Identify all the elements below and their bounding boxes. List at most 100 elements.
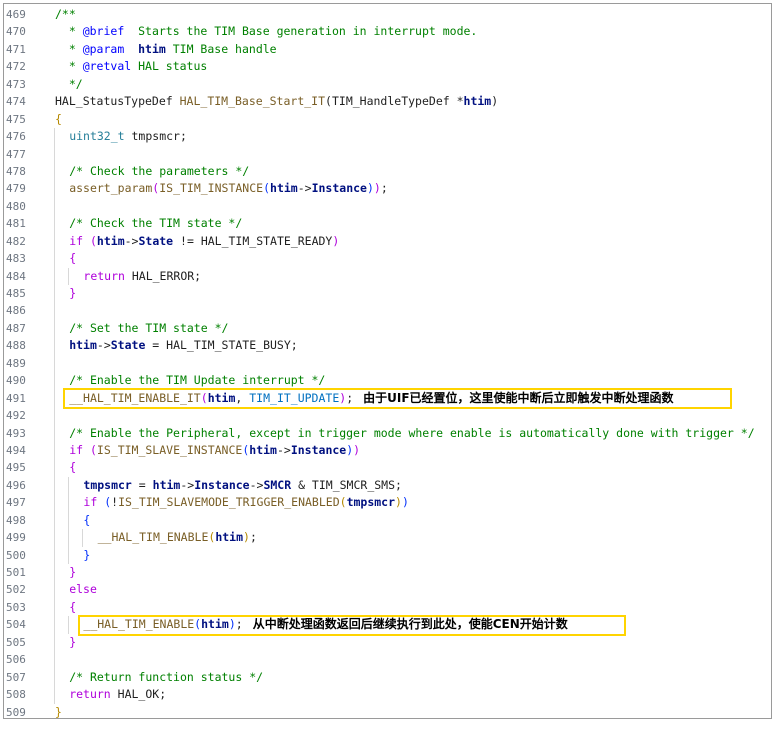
- code-line[interactable]: 498 {: [4, 511, 771, 530]
- code-text: * @param htim TIM Base handle: [55, 41, 277, 58]
- code-line[interactable]: 472 * @retval HAL status: [4, 58, 771, 75]
- code-line[interactable]: 497 if (!IS_TIM_SLAVEMODE_TRIGGER_ENABLED…: [4, 494, 771, 512]
- code-text: /* Enable the Peripheral, except in trig…: [69, 425, 754, 442]
- code-line[interactable]: 504 __HAL_TIM_ENABLE(htim); 从中断处理函数返回后继续执行…: [4, 616, 771, 634]
- code-line[interactable]: 496 tmpsmcr = htim->Instance->SMCR & TIM_…: [4, 476, 771, 495]
- code-text: HAL_StatusTypeDef HAL_TIM_Base_Start_IT(…: [55, 93, 498, 110]
- code-token: (: [89, 233, 97, 248]
- code-line[interactable]: 493 /* Enable the Peripheral, except in t…: [4, 424, 771, 442]
- code-token: assert_param: [69, 181, 153, 196]
- code-line[interactable]: 490 /* Enable the TIM Update interrupt */: [4, 372, 771, 390]
- indent-guide: [54, 267, 55, 285]
- code-line[interactable]: 478 /* Check the parameters */: [4, 162, 771, 181]
- code-line[interactable]: 494 if (IS_TIM_SLAVE_INSTANCE(htim->Insta…: [4, 441, 771, 460]
- code-text: }: [69, 285, 76, 302]
- code-token: __HAL_TIM_ENABLE_IT: [69, 390, 201, 405]
- code-line[interactable]: 471 * @param htim TIM Base handle: [4, 41, 771, 58]
- code-token: ): [401, 495, 409, 510]
- code-line[interactable]: 501}: [4, 564, 771, 582]
- indent-guide: [68, 616, 70, 634]
- code-text: /**: [55, 6, 76, 23]
- indent-guide: [54, 494, 55, 512]
- code-token: ->: [180, 477, 195, 492]
- code-line[interactable]: 507 /* Return function status */: [4, 668, 771, 687]
- code-line[interactable]: 481 /* Check the TIM state */: [4, 215, 771, 233]
- code-line[interactable]: 502 else: [4, 581, 771, 599]
- indent-guide: [54, 197, 55, 216]
- code-line[interactable]: 473 */: [4, 76, 771, 93]
- code-line[interactable]: 499 __HAL_TIM_ENABLE(htim);: [4, 529, 771, 547]
- code-token: htim: [249, 442, 277, 457]
- code-token: HAL status: [131, 59, 208, 74]
- code-line[interactable]: 484 return HAL_ERROR;: [4, 267, 771, 285]
- code-token: /* Check the parameters */: [69, 163, 250, 178]
- code-line[interactable]: 500}: [4, 546, 771, 564]
- code-line[interactable]: 483 {: [4, 250, 771, 268]
- code-text: {: [69, 459, 76, 476]
- code-token: }: [69, 286, 77, 300]
- indent-guide: [54, 441, 55, 460]
- code-token: }: [69, 634, 77, 649]
- line-number: 493: [6, 426, 26, 440]
- code-token: (: [339, 495, 347, 510]
- code-token: ;: [380, 181, 388, 196]
- code-token: HAL_StatusTypeDef: [55, 94, 180, 109]
- code-token: ): [353, 442, 361, 457]
- indent-guide: [54, 564, 55, 582]
- code-line[interactable]: 474 HAL_StatusTypeDef HAL_TIM_Base_Start_…: [4, 93, 771, 110]
- code-line[interactable]: 488 htim->State = HAL_TIM_STATE_BUSY;: [4, 337, 771, 355]
- code-line[interactable]: 505}: [4, 633, 771, 652]
- code-line[interactable]: 470 * @brief Starts the TIM Base generat…: [4, 23, 771, 40]
- code-line[interactable]: 475 {: [4, 111, 771, 128]
- code-editor[interactable]: 469 /** 470 * @brief Starts the TIM Base g…: [4, 6, 771, 719]
- code-text: * @brief Starts the TIM Base generation …: [55, 23, 478, 40]
- code-token: if: [83, 495, 98, 510]
- annotation-note: 由于UIF已经置位，这里使能中断后立即触发中断处理函数: [363, 390, 674, 405]
- indent-guide: [54, 529, 55, 547]
- code-line[interactable]: 491 __HAL_TIM_ENABLE_IT(htim, TIM_IT_UPDA…: [4, 389, 771, 408]
- code-token: TIM Base handle: [165, 41, 277, 56]
- line-number: 483: [6, 252, 26, 266]
- code-token: State: [138, 233, 174, 248]
- code-line[interactable]: 477: [4, 145, 771, 163]
- code-line[interactable]: 469 /**: [4, 6, 771, 23]
- code-editor-frame: 469 /** 470 * @brief Starts the TIM Base g…: [3, 3, 772, 719]
- code-line[interactable]: 503 {: [4, 598, 771, 617]
- code-line[interactable]: 489: [4, 354, 771, 373]
- code-text: }: [69, 634, 76, 651]
- code-token: htim: [69, 338, 97, 353]
- code-token: /* Return function status */: [69, 669, 264, 684]
- code-line[interactable]: 509}: [4, 704, 771, 719]
- code-text: if (IS_TIM_SLAVE_INSTANCE(htim->Instance…: [69, 442, 360, 459]
- code-text: {: [69, 599, 76, 616]
- code-token: else: [69, 582, 97, 597]
- code-token: }: [55, 704, 62, 719]
- code-line[interactable]: 506: [4, 651, 771, 669]
- code-line[interactable]: 508 return HAL_OK;: [4, 686, 771, 704]
- line-number: 500: [6, 548, 26, 562]
- code-token: State: [110, 338, 146, 353]
- line-number: 492: [6, 409, 26, 423]
- code-line[interactable]: 476 uint32_t tmpsmcr;: [4, 128, 771, 146]
- code-line[interactable]: 487 /* Set the TIM state */: [4, 319, 771, 338]
- code-line[interactable]: 480: [4, 197, 771, 216]
- indent-guide: [68, 546, 70, 564]
- indent-guide: [54, 215, 55, 233]
- code-line[interactable]: 479 assert_param(IS_TIM_INSTANCE(htim->In…: [4, 180, 771, 198]
- indent-guide: [54, 180, 55, 198]
- code-line[interactable]: 485}: [4, 285, 771, 303]
- code-text: __HAL_TIM_ENABLE(htim);: [98, 529, 257, 546]
- code-text: {: [69, 250, 76, 267]
- code-line[interactable]: 492: [4, 407, 771, 425]
- code-token: !=: [173, 233, 201, 248]
- code-line[interactable]: 486: [4, 302, 771, 320]
- line-number: 479: [6, 182, 26, 196]
- code-line[interactable]: 482 if (htim->State != HAL_TIM_STATE_READ…: [4, 232, 771, 251]
- code-line[interactable]: 495 {: [4, 459, 771, 477]
- line-number: 489: [6, 356, 26, 370]
- indent-guide: [54, 302, 55, 320]
- indent-guide: [54, 616, 55, 634]
- code-text: {: [83, 512, 90, 529]
- code-token: =: [131, 477, 153, 492]
